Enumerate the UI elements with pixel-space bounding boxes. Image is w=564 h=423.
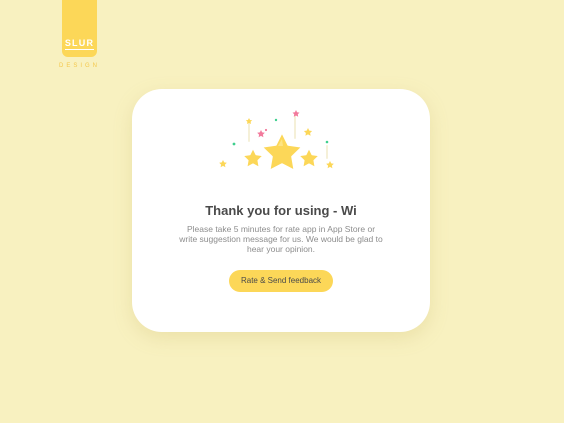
confetti-star (219, 160, 227, 168)
dialog-description: Please take 5 minutes for rate app in Ap… (179, 224, 383, 254)
rate-send-feedback-button[interactable]: Rate & Send feedback (229, 270, 333, 292)
left-star (241, 147, 265, 169)
confetti-star (257, 130, 265, 138)
confetti-star (292, 110, 300, 117)
confetti-dot (232, 142, 236, 146)
brand-subtitle: DESIGN (58, 63, 100, 69)
brand-logo-text: SLUR (64, 38, 95, 50)
brand-logo: SLUR (62, 0, 97, 57)
confetti-dot (264, 128, 268, 132)
confetti-dot (274, 118, 278, 122)
confetti-star (326, 161, 334, 169)
right-star (297, 147, 321, 169)
center-star (260, 131, 304, 172)
feedback-dialog: Thank you for using - Wi Please take 5 m… (132, 89, 430, 332)
confetti-dot (325, 140, 329, 144)
confetti-star (303, 128, 313, 136)
rating-stars-icon (219, 110, 334, 172)
dialog-title: Thank you for using - Wi (205, 203, 357, 218)
